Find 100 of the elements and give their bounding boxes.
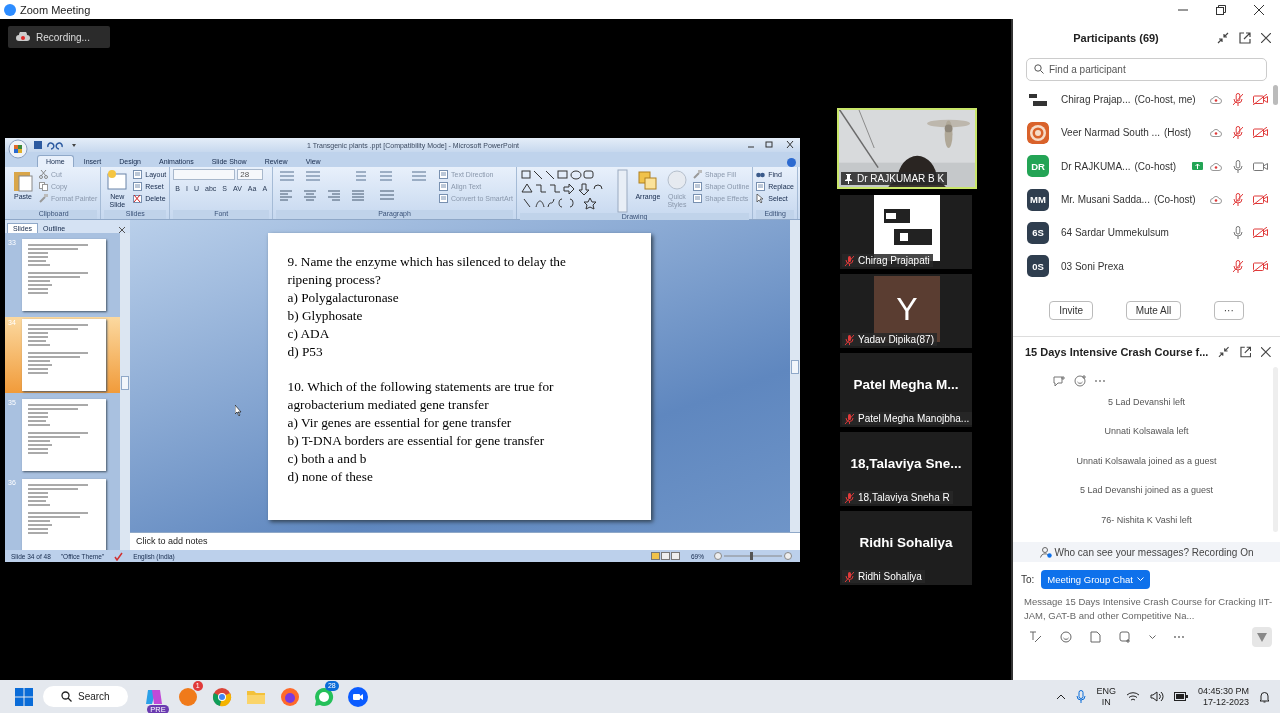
panel-button[interactable]: Mute All	[1125, 301, 1182, 320]
participant-name: Mr. Musani Sadda...	[1061, 194, 1150, 206]
windows-start-icon[interactable]	[15, 687, 33, 706]
video-tile[interactable]: Y Yadav Dipika(87)	[840, 274, 972, 348]
reply-icon[interactable]	[1053, 375, 1066, 387]
chrome-icon[interactable]	[211, 686, 232, 707]
emoji-icon[interactable]	[1074, 375, 1087, 387]
answer-option: a) Vir genes are essential for gene transfer	[287, 413, 637, 432]
slide-thumbnail[interactable]	[22, 399, 106, 471]
quick-access-icon[interactable]	[34, 140, 78, 150]
mic-icon[interactable]	[1076, 689, 1087, 704]
circle-icon	[665, 169, 688, 193]
format-text-icon[interactable]	[1029, 631, 1042, 643]
participant-name: Dr RAJKUMA...	[1061, 160, 1131, 172]
screenshot-icon[interactable]	[1119, 631, 1131, 643]
participant-name: Patel Megha Manojbha...	[858, 413, 970, 424]
video-tile[interactable]: Chirag Prajapati	[840, 195, 972, 269]
stacked-squares-icon	[636, 169, 659, 193]
answer-option: b) T-DNA borders are essential for gene transfer	[287, 431, 637, 450]
chevron-down-icon	[1136, 577, 1144, 582]
participant-role: (Co-host)	[1153, 194, 1196, 206]
layout-icon	[439, 193, 449, 203]
seal-logo-icon	[1027, 122, 1049, 144]
restore-icon[interactable]	[1216, 4, 1226, 15]
font-size-field[interactable]: 28	[237, 169, 264, 180]
copy-icon	[39, 181, 48, 191]
brush-icon	[692, 169, 702, 179]
firefox-icon[interactable]	[279, 686, 300, 707]
bell-icon[interactable]	[1259, 690, 1270, 703]
to-label: To:	[1021, 574, 1035, 585]
participant-name: Ridhi Sohaliya	[859, 534, 953, 550]
slide-thumbnail[interactable]	[22, 319, 106, 391]
chat-notification: Unnati Kolsawala joined as a guest	[1076, 454, 1217, 468]
chat-notification: 76- Nishita K Vashi left	[1101, 513, 1192, 527]
help-icon[interactable]	[787, 158, 796, 167]
video-tile[interactable]: Patel Megha M... Patel Megha Manojbha...	[840, 353, 972, 427]
wifi-icon[interactable]	[1125, 691, 1140, 702]
participant-name: Ridhi Sohaliya	[858, 571, 922, 582]
more-icon[interactable]	[1095, 379, 1105, 383]
chevron-down-icon[interactable]	[1149, 634, 1156, 640]
view-buttons-icon[interactable]	[651, 552, 681, 560]
slide-thumbnail[interactable]	[22, 239, 106, 311]
slide-thumbnail[interactable]	[22, 479, 106, 550]
panel-button[interactable]: ···	[1213, 301, 1244, 320]
question-text: 9. Name the enzyme which has silenced to delay the ripening process?	[287, 252, 567, 289]
emoji-icon[interactable]	[1060, 631, 1072, 643]
chat-app-icon[interactable]	[313, 686, 334, 707]
zoom-logo-icon	[4, 3, 16, 16]
scrollbar[interactable]	[790, 220, 800, 532]
taskbar-search[interactable]: Search	[43, 686, 128, 707]
video-tile[interactable]: 18,Talaviya Sne... 18,Talaviya Sneha R	[840, 432, 972, 506]
zoom-app-icon[interactable]	[347, 686, 368, 707]
collapse-icon[interactable]	[1218, 346, 1230, 358]
font-name-field[interactable]	[173, 169, 236, 180]
close-icon[interactable]	[119, 227, 125, 233]
participant-row[interactable]: 6S 64 Sardar Ummekulsum	[1013, 216, 1272, 250]
answer-option: c) both a and b	[287, 449, 637, 468]
layout-icon	[133, 169, 143, 179]
avatar: 0S	[1027, 255, 1049, 278]
search-icon	[61, 691, 72, 702]
battery-icon[interactable]	[1173, 692, 1188, 701]
person-icon	[1039, 546, 1052, 558]
recipient-dropdown[interactable]: Meeting Group Chat	[1041, 570, 1150, 589]
recording-badge[interactable]: Recording...	[8, 26, 110, 48]
app-icon[interactable]	[177, 686, 198, 707]
clipboard-icon	[12, 169, 34, 193]
video-tile[interactable]: Dr RAJKUMAR B K	[837, 108, 977, 189]
spellcheck-icon	[114, 551, 124, 561]
speaker-icon[interactable]	[1149, 691, 1164, 702]
participant-name: 03 Soni Prexa	[1061, 260, 1124, 272]
pop-out-icon[interactable]	[1239, 346, 1252, 358]
video-tile[interactable]: Ridhi Sohaliya Ridhi Sohaliya	[840, 511, 972, 585]
participant-role: (Co-host, me)	[1134, 94, 1196, 106]
zoom-slider-icon[interactable]	[714, 552, 794, 560]
scrollbar[interactable]	[120, 233, 130, 550]
answer-option: c) ADA	[287, 324, 637, 343]
notes-field[interactable]: Click to add notes	[130, 532, 800, 550]
file-icon[interactable]	[1090, 631, 1101, 643]
window-controls-icon[interactable]	[748, 141, 794, 149]
participant-row[interactable]: Veer Narmad South ... (Host)	[1013, 116, 1272, 150]
close-icon[interactable]	[1261, 32, 1271, 43]
clock[interactable]: 04:45:30 PM 17-12-2023	[1197, 685, 1249, 708]
participant-name: Veer Narmad South ...	[1061, 127, 1160, 139]
pop-out-icon[interactable]	[1239, 31, 1251, 44]
input-language[interactable]: ENG IN	[1096, 685, 1116, 708]
search-field[interactable]: Find a participant	[1026, 58, 1267, 81]
window-title: Zoom Meeting	[20, 3, 91, 16]
close-icon[interactable]	[1261, 347, 1271, 357]
participant-row[interactable]: MM Mr. Musani Sadda... (Co-host)	[1013, 183, 1272, 217]
collapse-icon[interactable]	[1217, 31, 1229, 44]
cursor-icon	[756, 193, 766, 203]
participant-row[interactable]: Chirag Prajap... (Co-host, me)	[1013, 83, 1272, 117]
more-icon[interactable]	[1174, 635, 1184, 639]
close-icon[interactable]	[1254, 4, 1264, 15]
participant-row[interactable]: 0S 03 Soni Prexa	[1013, 249, 1272, 283]
participant-name: 18,Talaviya Sneha R	[858, 492, 950, 503]
panel-button[interactable]: Invite	[1049, 301, 1094, 320]
send-icon[interactable]	[1252, 627, 1272, 647]
participant-row[interactable]: DR Dr RAJKUMA... (Co-host)	[1013, 149, 1272, 183]
chevron-up-icon[interactable]	[1056, 693, 1067, 700]
